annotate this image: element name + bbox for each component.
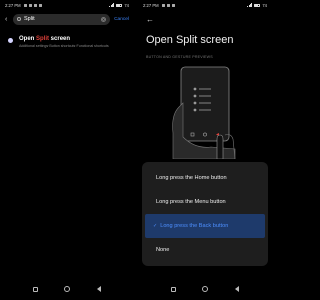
back-arrow-icon[interactable]: ‹ (5, 16, 13, 23)
status-right: 74 (109, 3, 129, 8)
settings-icon (8, 38, 13, 43)
cancel-button[interactable]: Cancel (114, 17, 129, 22)
split-screen-settings: 2:27 PM 74 ← Open Split screen BUTTON AN… (138, 0, 272, 300)
navigation-bar (138, 282, 272, 296)
status-time: 2:27 PM (5, 2, 21, 8)
signal-icon (109, 3, 115, 7)
nav-recents-icon[interactable] (171, 286, 177, 292)
status-bar: 2:27 PM 74 (138, 0, 272, 10)
back-arrow-icon[interactable]: ← (146, 15, 154, 24)
option-none[interactable]: None (142, 238, 268, 262)
nav-home-icon[interactable] (202, 286, 209, 292)
navigation-bar (0, 282, 134, 296)
battery-icon (254, 3, 261, 7)
page-title: Open Split screen (146, 34, 234, 46)
option-back-button[interactable]: ✓ Long press the Back button (145, 214, 265, 238)
nav-back-icon[interactable] (234, 286, 239, 292)
result-description: Additional settings·Button shortcuts·Fun… (19, 43, 109, 48)
search-screen: 2:27 PM 74 ‹ Split ✕ Cancel Open Split s… (0, 0, 134, 300)
status-time: 2:27 PM (143, 2, 159, 8)
check-icon: ✓ (153, 223, 158, 229)
nav-recents-icon[interactable] (33, 286, 39, 292)
battery-level: 74 (124, 2, 129, 8)
search-row: ‹ Split ✕ Cancel (5, 13, 129, 25)
option-list: Long press the Home button Long press th… (142, 162, 268, 266)
search-query: Split (24, 16, 35, 22)
notification-icons (23, 3, 42, 7)
signal-icon (247, 3, 253, 7)
status-bar: 2:27 PM 74 (0, 0, 134, 10)
result-title: Open Split screen (19, 36, 71, 42)
search-input[interactable]: Split ✕ (13, 13, 111, 25)
nav-back-icon[interactable] (96, 286, 101, 292)
nav-home-icon[interactable] (64, 286, 71, 292)
section-label: BUTTON AND GESTURE PREVIEWS (146, 55, 213, 59)
battery-icon (116, 3, 123, 7)
search-result-item[interactable]: Open Split screen Additional settings·Bu… (8, 36, 128, 48)
option-menu-button[interactable]: Long press the Menu button (142, 190, 268, 214)
clear-icon[interactable]: ✕ (101, 16, 107, 22)
option-home-button[interactable]: Long press the Home button (142, 166, 268, 190)
notification-icons (161, 3, 175, 7)
phone-preview-illustration (165, 63, 247, 159)
status-right: 74 (247, 3, 267, 8)
battery-level: 74 (262, 2, 267, 8)
search-icon (17, 17, 21, 21)
